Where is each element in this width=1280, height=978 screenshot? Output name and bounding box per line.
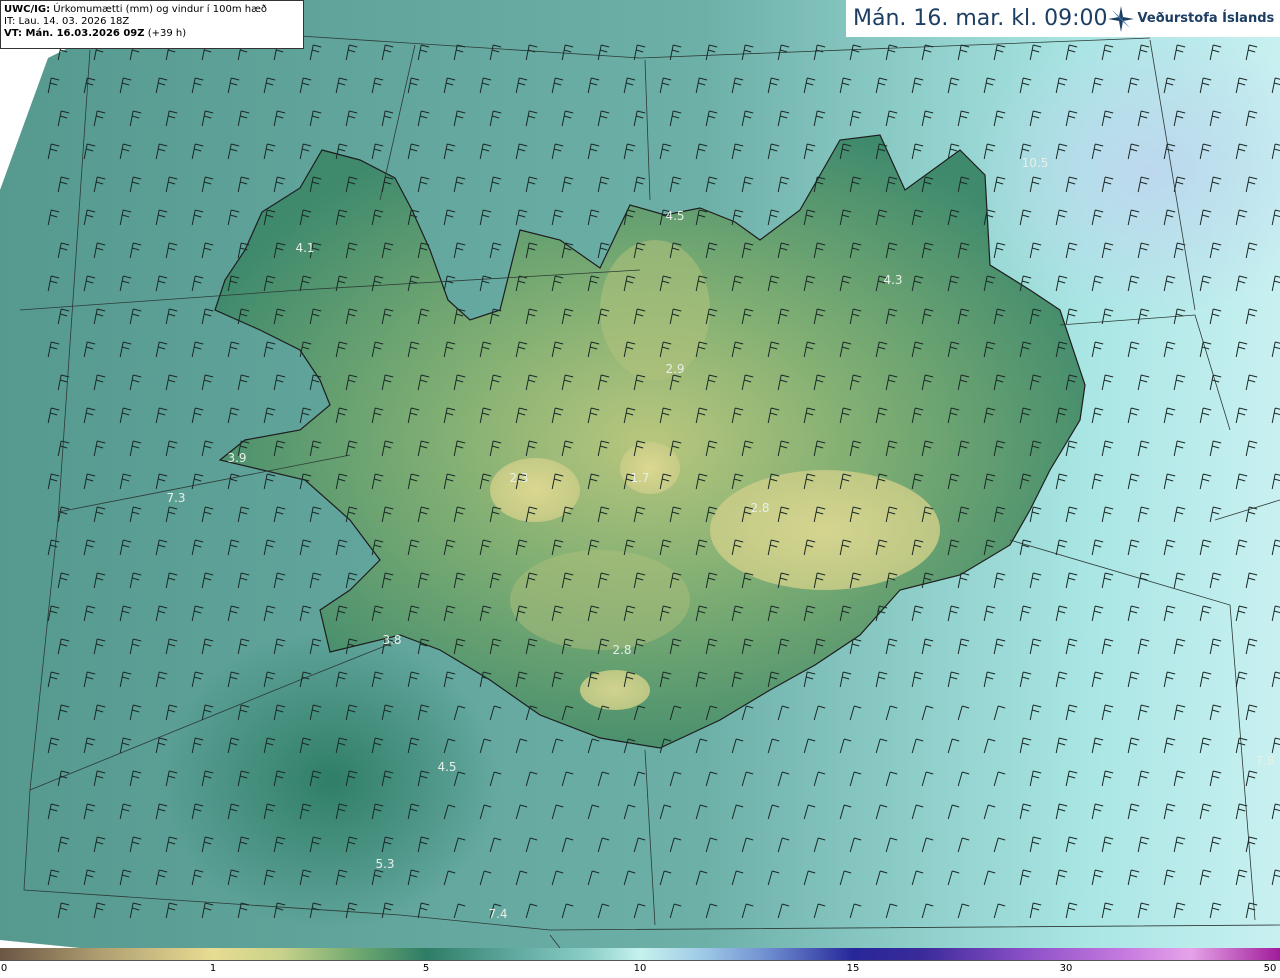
info-product: UWC/IG:: [4, 4, 51, 15]
map-value-south-sea: 4.5: [437, 760, 456, 774]
colorbar-tick-50: 50: [1263, 963, 1277, 974]
colorbar-tick-15: 15: [846, 963, 860, 974]
colorbar-tick-30: 30: [1059, 963, 1073, 974]
colorbar-tick-10: 10: [633, 963, 647, 974]
map-value-snaefellsnes: 3.9: [227, 451, 246, 465]
colorbar-tick-1: 1: [209, 963, 217, 974]
run-info-box: UWC/IG: Úrkomumætti (mm) og vindur í 100…: [0, 0, 304, 49]
vatnajokull-area: [710, 470, 940, 590]
map-value-west-sea: 7.3: [166, 491, 185, 505]
valid-time-header: Mán. 16. mar. kl. 09:00 Veðurstofa Íslan…: [846, 0, 1280, 37]
map-value-south: 2.8: [612, 643, 631, 657]
info-valid-time: VT: Mán. 16.03.2026 09Z: [4, 28, 145, 39]
map-value-hofsjokull: 1.7: [630, 471, 649, 485]
colorbar-tick-5: 5: [422, 963, 430, 974]
info-description: Úrkomumætti (mm) og vindur í 100m hæð: [50, 4, 268, 15]
map-value-north-interior: 2.9: [665, 362, 684, 376]
map-value-far-northeast: 10.5: [1022, 156, 1049, 170]
map-value-westfjords: 4.1: [295, 241, 314, 255]
colorbar-strip: [0, 948, 1280, 961]
map-value-north-coast: 4.5: [665, 209, 684, 223]
info-init-time: IT: Lau. 14. 03. 2026 18Z: [4, 16, 130, 27]
vedurstofa-logo-text: Veðurstofa Íslands: [1137, 11, 1275, 26]
map-value-southwest-sea: 5.3: [375, 857, 394, 871]
colorbar-tick-0: 0: [0, 963, 8, 974]
map-value-south-far-sea: 7.4: [488, 907, 507, 921]
map-value-reykjanes: 3.8: [382, 633, 401, 647]
map-value-langjokull: 2.3: [509, 471, 528, 485]
map-value-vatnajokull: 2.8: [750, 501, 769, 515]
precipitation-map: 4.1 4.5 4.3 10.5 2.9 3.9 7.3 2.3 1.7 2.8 3.8 2.8 4.5…: [0, 0, 1280, 948]
colorbar: 0 1 5 10 15 30 50: [0, 948, 1280, 978]
info-lead-time: (+39 h): [144, 28, 187, 39]
map-value-northeast: 4.3: [883, 273, 902, 287]
vedurstofa-logo: Veðurstofa Íslands: [1107, 5, 1275, 32]
vedurstofa-star-icon: [1107, 5, 1134, 32]
valid-time-title: Mán. 16. mar. kl. 09:00: [853, 6, 1108, 31]
map-value-east-sea: 7.8: [1255, 754, 1274, 768]
